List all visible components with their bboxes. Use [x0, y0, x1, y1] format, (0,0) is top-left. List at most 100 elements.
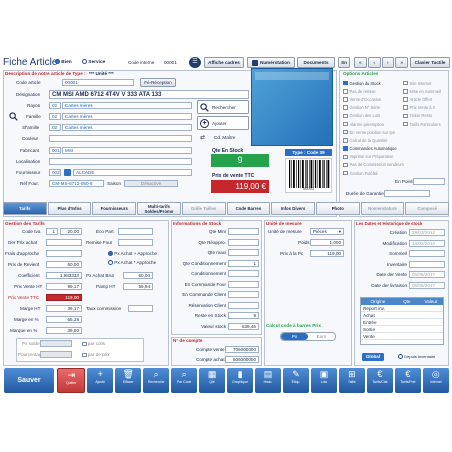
- opt1-option-6[interactable]: En Vente position sur Ipn: [343, 128, 407, 136]
- px-solde-input[interactable]: [40, 340, 72, 347]
- recherche-button[interactable]: ⌕ Recherche: [142, 368, 170, 393]
- documents-button[interactable]: Documents: [297, 57, 335, 68]
- compte-vente-input[interactable]: 706000000: [225, 346, 259, 353]
- dates-input-2[interactable]: [409, 250, 445, 257]
- opt1-option-checkbox-8[interactable]: [343, 146, 348, 151]
- tarifsprel-button[interactable]: € Tarifs/Prel: [394, 368, 422, 393]
- marge-pct-input[interactable]: 65,28: [46, 316, 82, 323]
- quitter-button[interactable]: ⇥ Quitter: [57, 368, 86, 393]
- par-colis-check[interactable]: par colis: [82, 341, 105, 347]
- search-magnifier-icon[interactable]: [9, 112, 18, 121]
- unite-mesure-select[interactable]: Pièces ▾: [310, 228, 344, 235]
- clavier-tactile-button[interactable]: Clavier Tactile: [410, 57, 450, 68]
- stock-input-3[interactable]: 1: [228, 259, 259, 267]
- lots-button[interactable]: ▣ Lots: [310, 368, 338, 393]
- fournisseur-link-icon[interactable]: [64, 169, 71, 176]
- opt1-option-0[interactable]: Gestion du Stock: [343, 79, 407, 87]
- histo-button[interactable]: ▤ Histo.: [254, 368, 282, 393]
- opt1-option-checkbox-0[interactable]: [343, 80, 348, 86]
- graphique-button[interactable]: ▮ Graphique: [226, 368, 254, 393]
- stock-input-8[interactable]: 9: [228, 312, 259, 319]
- calcul-px-option[interactable]: Px: [281, 333, 308, 340]
- sfamille-code[interactable]: 02: [49, 124, 61, 131]
- ajouter-button[interactable]: + Ajouter: [197, 116, 249, 130]
- prix-poids-input[interactable]: 119,00: [310, 250, 344, 257]
- sfamille-value[interactable]: Cartes mères: [62, 124, 192, 131]
- article-photo[interactable]: [251, 68, 333, 146]
- opt2-option-checkbox-0[interactable]: [403, 80, 408, 86]
- px-achat-approche-radio-dot[interactable]: [108, 251, 113, 257]
- marge-ht-input[interactable]: 39,17: [46, 305, 82, 312]
- pourcentage-input[interactable]: [40, 351, 72, 358]
- der-prix-achat-input[interactable]: [46, 239, 82, 246]
- dates-input-3[interactable]: [409, 260, 445, 268]
- opt1-option-checkbox-5[interactable]: [343, 121, 348, 127]
- opt2-option-1[interactable]: Mise en Sommeil: [403, 87, 449, 95]
- coefficient-input[interactable]: 1,983333: [46, 272, 82, 279]
- famille-value[interactable]: Cartes mères: [62, 113, 192, 120]
- type-bien-radio[interactable]: Bien: [55, 59, 72, 65]
- qte-button[interactable]: ▦ Qté: [198, 368, 226, 393]
- dates-input-0[interactable]: 28/03/2012: [409, 229, 445, 236]
- localisation-input[interactable]: [49, 158, 192, 165]
- par-de-prix-check[interactable]: par de prix: [82, 352, 110, 358]
- fabricant-code[interactable]: 001: [49, 147, 61, 154]
- en-points-input[interactable]: [413, 178, 445, 185]
- type-service-radio[interactable]: Service: [82, 59, 105, 65]
- rayon-value[interactable]: Cartes mères: [62, 102, 192, 109]
- saison-select[interactable]: Désactivé: [124, 180, 178, 187]
- fournisseur-value[interactable]: ALCADE: [73, 169, 192, 176]
- opt1-option-4[interactable]: Gestion des Lots: [343, 112, 407, 120]
- opt1-option-checkbox-11[interactable]: [343, 170, 348, 176]
- code-tva-code[interactable]: 1: [46, 228, 58, 235]
- prix-revient-input[interactable]: 60,00: [46, 261, 82, 268]
- opt2-option-2[interactable]: Article Offert: [403, 95, 449, 103]
- par-de-prix-checkbox[interactable]: [82, 352, 87, 358]
- calcul-euro-option[interactable]: Euro: [308, 333, 335, 340]
- radio-service[interactable]: [82, 59, 87, 65]
- compte-achat-input[interactable]: 606000000: [225, 356, 259, 363]
- tab-6[interactable]: Infos Divers: [271, 202, 315, 215]
- opt2-option-checkbox-4[interactable]: [403, 113, 408, 119]
- opt1-option-checkbox-1[interactable]: [343, 89, 348, 94]
- opt1-option-checkbox-7[interactable]: [343, 138, 348, 143]
- couleur-input[interactable]: [49, 135, 192, 142]
- stock-input-2[interactable]: [228, 249, 259, 256]
- internet-button[interactable]: ◎ Internet: [422, 368, 450, 393]
- stock-input-9[interactable]: 539,46: [228, 322, 259, 330]
- stock-input-7[interactable]: [228, 301, 259, 309]
- famille-code[interactable]: 02: [49, 113, 61, 120]
- frais-approche-input[interactable]: [46, 250, 82, 257]
- opt1-option-1[interactable]: Pas de remise: [343, 87, 407, 95]
- opt2-option-3[interactable]: Prix Vente à 0: [403, 104, 449, 112]
- dates-input-1[interactable]: 14/03/2014: [409, 239, 445, 247]
- opt1-option-10[interactable]: Pas de Commission vendeurs: [343, 161, 407, 169]
- opt2-option-checkbox-3[interactable]: [403, 105, 408, 110]
- numerotation-button[interactable]: Numérotation: [247, 57, 295, 68]
- stock-input-1[interactable]: [228, 238, 259, 246]
- fabricant-value[interactable]: MSI: [62, 147, 192, 154]
- fournisseur-code[interactable]: 002: [49, 169, 61, 176]
- reception-button[interactable]: Fé-Réception: [140, 78, 176, 87]
- ref-four-input[interactable]: CM-MS-6712-050-8: [49, 180, 104, 187]
- tab-8[interactable]: Nomenclature: [360, 202, 405, 215]
- sn-button[interactable]: Sn: [338, 57, 350, 68]
- tab-1[interactable]: Plus d'Infos: [47, 202, 92, 215]
- code-article-input[interactable]: 00001: [62, 79, 134, 86]
- tab-2[interactable]: Fournisseurs: [92, 202, 137, 215]
- opt2-option-checkbox-5[interactable]: [403, 121, 408, 127]
- rayon-code[interactable]: 02: [49, 102, 61, 109]
- opt1-option-9[interactable]: Imprimé sur Préparation: [343, 153, 407, 161]
- ajoute-button[interactable]: + Ajoute: [86, 368, 114, 393]
- par-colis-checkbox[interactable]: [82, 341, 87, 347]
- opt2-option-checkbox-2[interactable]: [403, 97, 408, 102]
- opt2-option-0[interactable]: Site Internet: [403, 79, 449, 87]
- sauver-button[interactable]: Sauver: [4, 368, 54, 393]
- stock-input-5[interactable]: [228, 280, 259, 288]
- designation-input[interactable]: CM MSI AMD 6712 4T4V V 333 ATA 133: [49, 90, 249, 99]
- calcul-toggle[interactable]: Px Euro: [280, 332, 336, 341]
- opt1-option-checkbox-4[interactable]: [343, 113, 348, 119]
- stock-input-4[interactable]: [228, 270, 259, 277]
- rechercher-button[interactable]: Rechercher: [197, 100, 249, 114]
- etiqu-button[interactable]: ✎ Étiqu.: [282, 368, 310, 393]
